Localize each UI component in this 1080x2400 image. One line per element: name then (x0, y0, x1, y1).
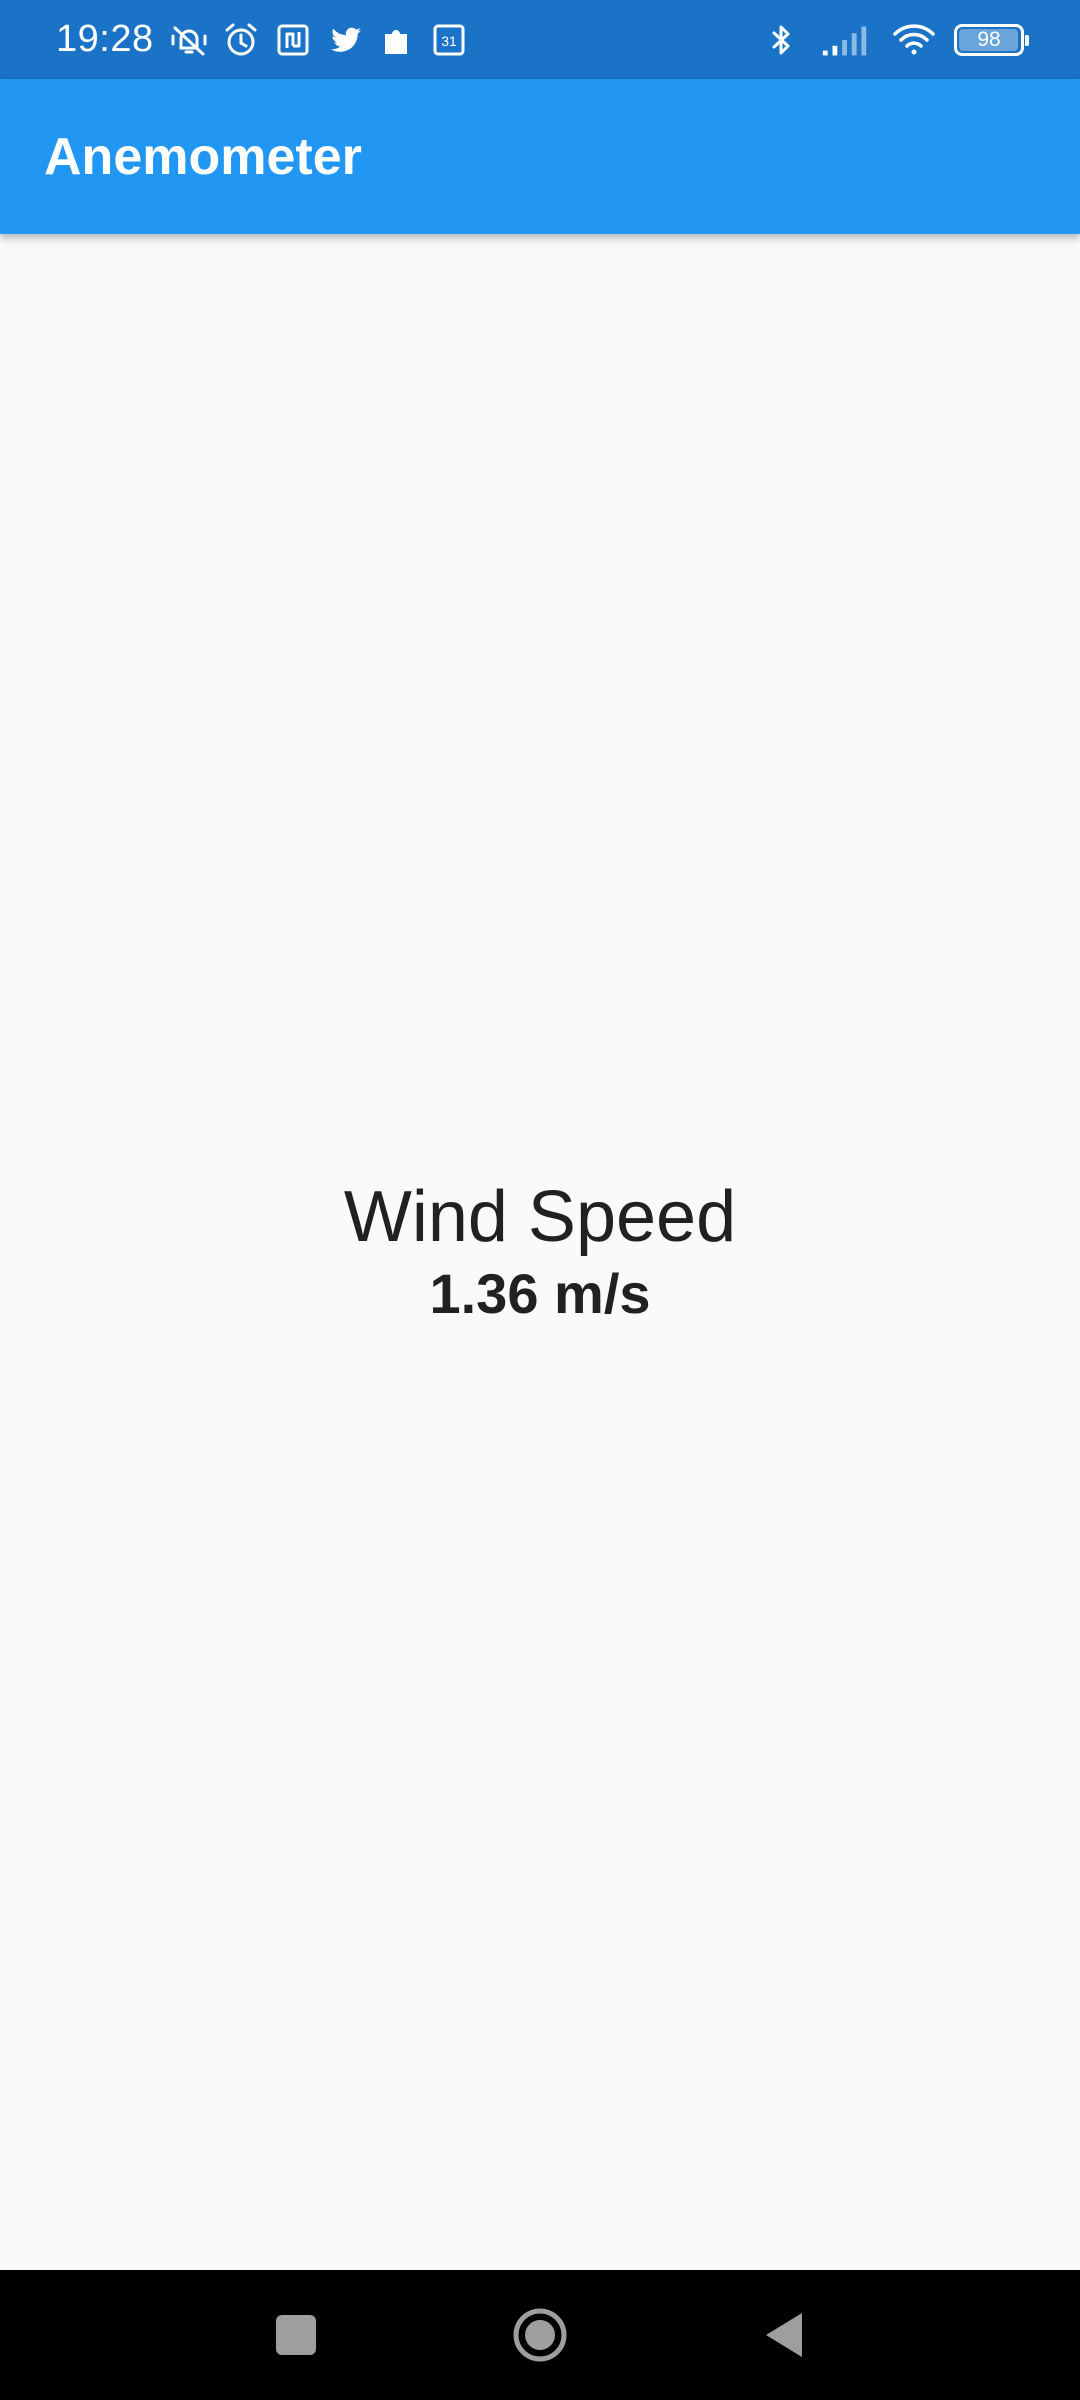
main-content: Wind Speed 1.36 m/s (0, 234, 1080, 2270)
calendar-date: 31 (441, 33, 457, 49)
bluetooth-icon (760, 19, 802, 61)
navigation-bar (0, 2270, 1080, 2400)
battery-level: 98 (977, 27, 1001, 51)
vibrate-icon (168, 19, 210, 61)
screen: 19:28 31 98 Anemometer Wind Speed 1.36 m… (0, 0, 1080, 2400)
wind-speed-reading: Wind Speed 1.36 m/s (0, 1174, 1080, 1328)
calendar-icon: 31 (428, 19, 470, 61)
status-left: 19:28 31 (56, 0, 470, 79)
nfc-icon (272, 19, 314, 61)
home-button[interactable] (480, 2270, 600, 2400)
battery-icon: 98 (954, 23, 1029, 56)
back-icon (766, 2313, 802, 2357)
signal-icon (818, 19, 874, 61)
alarm-icon (220, 19, 262, 61)
twitter-icon (324, 19, 366, 61)
status-time: 19:28 (56, 18, 154, 60)
puzzle-icon (376, 19, 418, 61)
wind-speed-value: 1.36 m/s (429, 1262, 651, 1325)
status-right: 98 (760, 0, 1029, 79)
app-title: Anemometer (44, 127, 362, 186)
wind-speed-label: Wind Speed (343, 1177, 737, 1257)
status-bar: 19:28 31 98 (0, 0, 1080, 79)
recents-button[interactable] (236, 2270, 356, 2400)
home-icon (513, 2308, 567, 2362)
recents-icon (276, 2315, 316, 2355)
app-bar: Anemometer (0, 79, 1080, 234)
back-button[interactable] (724, 2270, 844, 2400)
wifi-icon (890, 19, 938, 61)
